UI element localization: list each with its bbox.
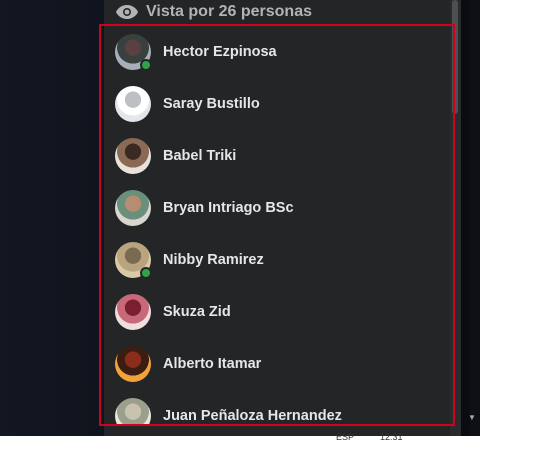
viewer-row[interactable]: Alberto Itamar	[104, 338, 449, 390]
viewer-name[interactable]: Juan Peñaloza Hernandez	[163, 408, 342, 424]
viewer-row[interactable]: Saray Bustillo	[104, 78, 449, 130]
viewer-name[interactable]: Hector Ezpinosa	[163, 44, 277, 60]
avatar[interactable]	[115, 346, 151, 382]
viewer-row[interactable]: Babel Triki	[104, 130, 449, 182]
viewers-list[interactable]: Hector Ezpinosa Saray Bustillo Babel Triki…	[104, 26, 449, 424]
viewer-name[interactable]: Skuza Zid	[163, 304, 231, 320]
viewers-header: Vista por 26 personas	[115, 0, 445, 24]
viewer-name[interactable]: Babel Triki	[163, 148, 236, 164]
avatar[interactable]	[115, 138, 151, 174]
avatar[interactable]	[115, 86, 151, 122]
online-status-icon	[140, 267, 152, 279]
online-status-icon	[140, 59, 152, 71]
viewer-name[interactable]: Alberto Itamar	[163, 356, 261, 372]
language-indicator[interactable]: ESP	[336, 432, 354, 442]
viewer-name[interactable]: Saray Bustillo	[163, 96, 260, 112]
viewer-row[interactable]: Bryan Intriago BSc	[104, 182, 449, 234]
viewer-row[interactable]: Skuza Zid	[104, 286, 449, 338]
avatar[interactable]	[115, 34, 152, 71]
viewer-name[interactable]: Nibby Ramirez	[163, 252, 264, 268]
viewers-count-title: Vista por 26 personas	[146, 3, 312, 20]
viewer-row[interactable]: Juan Peñaloza Hernandez	[104, 390, 449, 424]
viewer-row[interactable]: Hector Ezpinosa	[104, 26, 449, 78]
viewer-row[interactable]: Nibby Ramirez	[104, 234, 449, 286]
eye-icon	[116, 5, 138, 19]
scroll-down-arrow-icon[interactable]: ▼	[466, 412, 478, 424]
avatar[interactable]	[115, 242, 152, 279]
scrollbar-thumb[interactable]	[452, 0, 458, 114]
avatar[interactable]	[115, 190, 151, 226]
desktop-edge	[470, 0, 480, 436]
viewer-name[interactable]: Bryan Intriago BSc	[163, 200, 294, 216]
taskbar-strip	[0, 436, 480, 452]
clock-text[interactable]: 12:31	[380, 432, 403, 442]
avatar[interactable]	[115, 294, 151, 330]
avatar[interactable]	[115, 398, 151, 424]
